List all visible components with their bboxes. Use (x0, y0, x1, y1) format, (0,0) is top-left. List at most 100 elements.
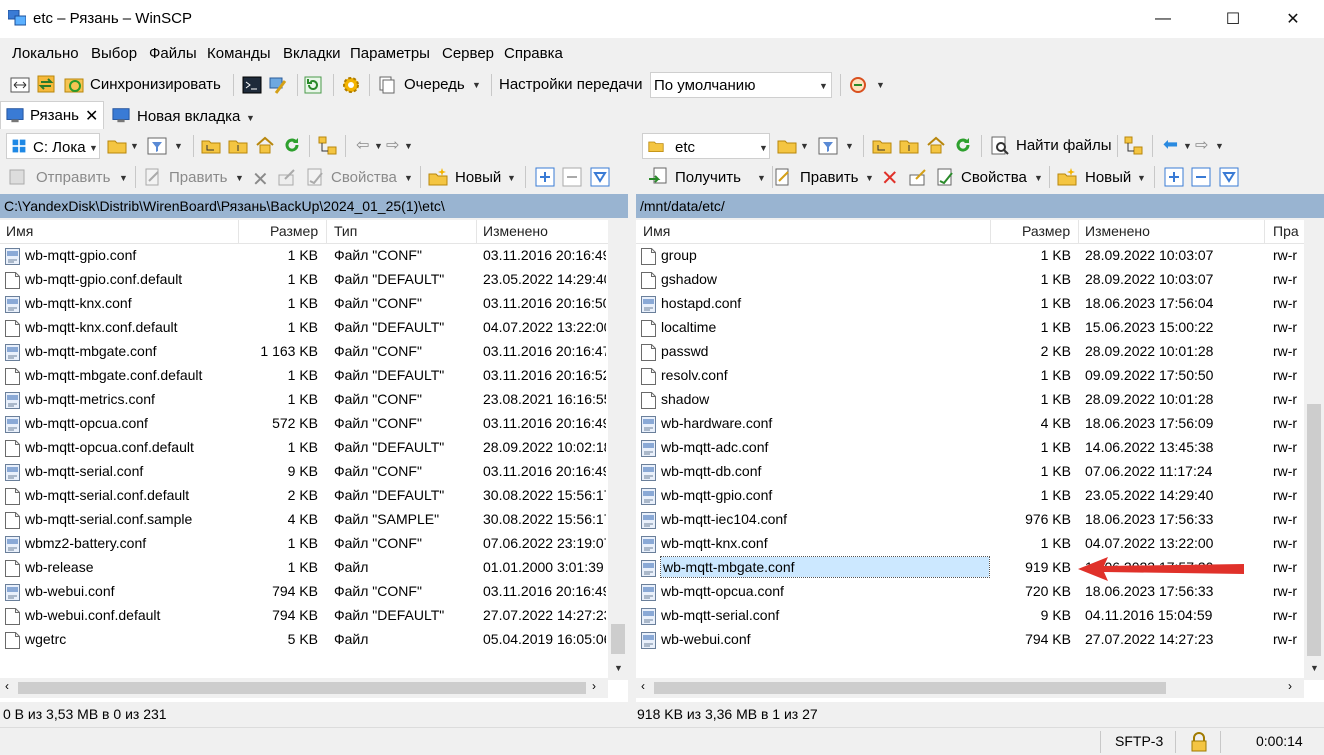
file-row[interactable]: wb-mqtt-serial.conf.sample 4 KB Файл "SAMP… (0, 508, 628, 532)
chevron-down-icon[interactable]: ▼ (119, 173, 128, 183)
file-row[interactable]: wb-mqtt-knx.conf 1 KB Файл "CONF" 03.11.201… (0, 292, 628, 316)
chevron-down-icon[interactable]: ▼ (235, 173, 244, 183)
left-vertical-scrollbar[interactable]: ▼ (608, 220, 628, 680)
chevron-down-icon[interactable]: ▼ (130, 141, 139, 151)
download-icon[interactable] (648, 167, 668, 187)
file-row[interactable]: wb-webui.conf 794 KB 27.07.2022 14:27:23 rw… (636, 628, 1324, 652)
chevron-down-icon[interactable]: ▼ (404, 141, 413, 151)
back-arrow-icon[interactable]: ⬅ (1163, 134, 1178, 155)
right-horizontal-scrollbar[interactable]: ‹ › (636, 678, 1304, 698)
tree-view-icon[interactable] (1124, 136, 1144, 156)
lock-icon[interactable] (1190, 732, 1208, 752)
file-row[interactable]: wb-mqtt-opcua.conf 572 KB Файл "CONF" 03.11… (0, 412, 628, 436)
synchronize-icon[interactable] (64, 75, 84, 95)
root-directory-icon[interactable] (899, 136, 919, 156)
right-vertical-scrollbar[interactable]: ▼ (1304, 220, 1324, 680)
chevron-down-icon[interactable]: ▼ (800, 141, 809, 151)
file-row[interactable]: wb-mqtt-mbgate.conf 1 163 KB Файл "CONF" 03… (0, 340, 628, 364)
file-row[interactable]: shadow 1 KB 28.09.2022 10:01:28 rw-r (636, 388, 1324, 412)
forward-arrow-icon[interactable]: ⇨ (386, 135, 399, 155)
parent-directory-icon[interactable] (201, 136, 221, 156)
menu-options[interactable]: Параметры (350, 45, 430, 62)
file-row[interactable]: wb-mqtt-db.conf 1 KB 07.06.2022 11:17:24 rw… (636, 460, 1324, 484)
send-icon[interactable] (8, 167, 28, 187)
menu-commands[interactable]: Команды (207, 45, 271, 62)
preferences-gear-icon[interactable] (341, 75, 361, 95)
file-row[interactable]: wb-mqtt-serial.conf.default 2 KB Файл "DEF… (0, 484, 628, 508)
properties-button[interactable]: Свойства (331, 169, 397, 186)
rename-icon[interactable] (277, 167, 297, 187)
new-icon[interactable] (428, 167, 448, 187)
refresh-icon[interactable] (282, 135, 302, 155)
column-rights[interactable]: Пра (1273, 223, 1299, 239)
scroll-down-arrow-icon[interactable]: ▼ (1310, 663, 1319, 673)
select-all-plus-icon[interactable] (1164, 167, 1184, 187)
right-path-bar[interactable]: /mnt/data/etc/ (636, 194, 1324, 218)
menu-files[interactable]: Файлы (149, 45, 197, 62)
properties-icon[interactable] (935, 167, 955, 187)
home-icon[interactable] (255, 135, 275, 155)
menu-select[interactable]: Выбор (91, 45, 137, 62)
left-horizontal-scrollbar[interactable]: ‹ › (0, 678, 608, 698)
scroll-down-arrow-icon[interactable]: ▼ (614, 663, 623, 673)
chevron-down-icon[interactable]: ▼ (1183, 141, 1192, 151)
refresh-icon[interactable] (303, 75, 323, 95)
transfer-preset-select[interactable]: По умолчанию ▼ (650, 72, 832, 98)
tab-session[interactable]: Рязань ✕ (0, 101, 104, 129)
file-row[interactable]: wb-mqtt-mbgate.conf.default 1 KB Файл "DEF… (0, 364, 628, 388)
filter-select-icon[interactable] (1219, 167, 1239, 187)
file-row[interactable]: hostapd.conf 1 KB 18.06.2023 17:56:04 rw-r (636, 292, 1324, 316)
edit-icon[interactable] (773, 167, 793, 187)
chevron-down-icon[interactable]: ▼ (865, 173, 874, 183)
column-type[interactable]: Тип (334, 223, 357, 239)
properties-button[interactable]: Свойства (961, 169, 1027, 186)
root-directory-icon[interactable] (228, 136, 248, 156)
file-row[interactable]: wbmz2-battery.conf 1 KB Файл "CONF" 07.06.2… (0, 532, 628, 556)
column-modified[interactable]: Изменено (1085, 223, 1150, 239)
back-arrow-icon[interactable]: ⇦ (356, 135, 369, 155)
file-row[interactable]: wgetrc 5 KB Файл 05.04.2019 16:05:06 (0, 628, 628, 652)
file-row[interactable]: wb-mqtt-knx.conf 1 KB 04.07.2022 13:22:00 r… (636, 532, 1324, 556)
unselect-minus-icon[interactable] (562, 167, 582, 187)
delete-icon[interactable]: ✕ (881, 166, 899, 191)
select-all-plus-icon[interactable] (535, 167, 555, 187)
file-row[interactable]: group 1 KB 28.09.2022 10:03:07 rw-r (636, 244, 1324, 268)
close-button[interactable]: ✕ (1270, 0, 1316, 38)
scrollbar-thumb[interactable] (18, 682, 586, 694)
file-row[interactable]: wb-mqtt-adc.conf 1 KB 14.06.2022 13:45:38 r… (636, 436, 1324, 460)
chevron-down-icon[interactable]: ▼ (174, 141, 183, 151)
chevron-down-icon[interactable]: ▼ (845, 141, 854, 151)
menu-tabs[interactable]: Вкладки (283, 45, 341, 62)
chevron-down-icon[interactable]: ▼ (246, 113, 255, 123)
transfer-settings-icon[interactable] (848, 75, 868, 95)
file-row[interactable]: wb-mqtt-serial.conf 9 KB 04.11.2016 15:04:… (636, 604, 1324, 628)
tree-view-icon[interactable] (318, 136, 338, 156)
forward-arrow-icon[interactable]: ⇨ (1195, 135, 1208, 155)
synchronize-button[interactable]: Синхронизировать (90, 76, 221, 93)
chevron-down-icon[interactable]: ▼ (507, 173, 516, 183)
new-button[interactable]: Новый (455, 169, 501, 186)
scrollbar-thumb[interactable] (1307, 404, 1321, 656)
edit-icon[interactable] (143, 167, 163, 187)
left-drive-select[interactable]: C: Лока ▼ (6, 133, 100, 159)
menu-help[interactable]: Справка (504, 45, 563, 62)
queue-button[interactable]: Очередь (404, 76, 465, 93)
file-row[interactable]: wb-webui.conf 794 KB Файл "CONF" 03.11.2016… (0, 580, 628, 604)
properties-icon[interactable] (305, 167, 325, 187)
chevron-down-icon[interactable]: ▼ (1034, 173, 1043, 183)
send-button[interactable]: Отправить (36, 169, 110, 186)
new-button[interactable]: Новый (1085, 169, 1131, 186)
file-row[interactable]: wb-mqtt-opcua.conf 720 KB 18.06.2023 17:56… (636, 580, 1324, 604)
file-row[interactable]: wb-release 1 KB Файл 01.01.2000 3:01:39 (0, 556, 628, 580)
file-row[interactable]: passwd 2 KB 28.09.2022 10:01:28 rw-r (636, 340, 1324, 364)
open-folder-icon[interactable] (777, 136, 797, 156)
compare-icon[interactable] (10, 75, 30, 95)
chevron-down-icon[interactable]: ▼ (404, 173, 413, 183)
file-row[interactable]: localtime 1 KB 15.06.2023 15:00:22 rw-r (636, 316, 1324, 340)
file-row[interactable]: wb-webui.conf.default 794 KB Файл "DEFAULT… (0, 604, 628, 628)
close-tab-icon[interactable]: ✕ (85, 106, 98, 126)
queue-dropdown-arrow-icon[interactable]: ▼ (472, 80, 481, 90)
putty-icon[interactable] (268, 75, 288, 95)
delete-icon[interactable]: ✕ (252, 167, 269, 192)
rename-icon[interactable] (908, 167, 928, 187)
